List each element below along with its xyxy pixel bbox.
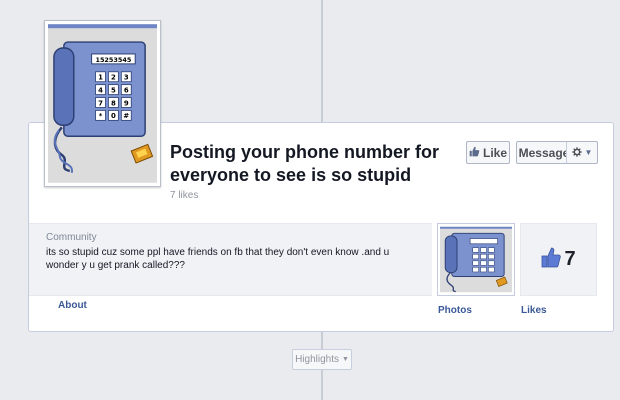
thumbs-up-icon <box>541 246 562 273</box>
thumbs-up-icon <box>469 146 480 160</box>
tab-likes[interactable]: Likes <box>521 305 547 316</box>
like-button[interactable]: Like <box>466 141 510 164</box>
phone-display-text: 15253545 <box>95 56 131 64</box>
chevron-down-icon: ▼ <box>341 356 349 363</box>
gear-icon <box>571 146 582 160</box>
likes-count-number: 7 <box>564 248 576 270</box>
keypad-key-label: 3 <box>124 74 129 82</box>
telephone-illustration: 15253545 1 2 3 4 5 6 7 8 9 * 0 # <box>48 24 157 183</box>
telephone-illustration-thumbnail <box>440 226 512 293</box>
profile-picture[interactable]: 15253545 1 2 3 4 5 6 7 8 9 * 0 # <box>44 20 161 187</box>
keypad-key-label: 4 <box>98 86 103 94</box>
keypad-key-label: 5 <box>111 86 116 94</box>
keypad-key-label: 8 <box>111 99 116 107</box>
page-description: its so stupid cuz some ppl have friends … <box>46 247 390 271</box>
photos-thumbnail[interactable] <box>437 223 515 296</box>
keypad-key-label: # <box>123 112 129 120</box>
keypad-key-label: 9 <box>124 99 129 107</box>
timeline-spine-top <box>321 0 323 122</box>
message-button[interactable]: Message <box>516 141 572 164</box>
chevron-down-icon: ▼ <box>584 148 593 157</box>
keypad-key-label: 7 <box>98 99 103 107</box>
settings-dropdown-button[interactable]: ▼ <box>566 141 598 164</box>
highlights-label: Highlights <box>295 354 339 365</box>
page-title: Posting your phone number for everyone t… <box>170 142 439 185</box>
keypad-key-label: 2 <box>111 74 116 82</box>
page-category: Community <box>46 232 97 243</box>
highlights-dropdown[interactable]: Highlights ▼ <box>292 349 352 370</box>
likes-summary-box[interactable]: 7 <box>520 223 597 296</box>
keypad-key-label: 1 <box>98 74 103 82</box>
tab-photos[interactable]: Photos <box>438 305 472 316</box>
keypad-key-label: * <box>99 112 103 120</box>
likes-count-text[interactable]: 7 likes <box>170 190 198 201</box>
keypad-key-label: 0 <box>111 112 116 120</box>
tab-about[interactable]: About <box>58 300 87 311</box>
message-button-label: Message <box>518 145 570 160</box>
keypad-key-label: 6 <box>124 86 129 94</box>
like-button-label: Like <box>482 145 507 160</box>
about-section[interactable]: Community its so stupid cuz some ppl hav… <box>29 223 432 296</box>
